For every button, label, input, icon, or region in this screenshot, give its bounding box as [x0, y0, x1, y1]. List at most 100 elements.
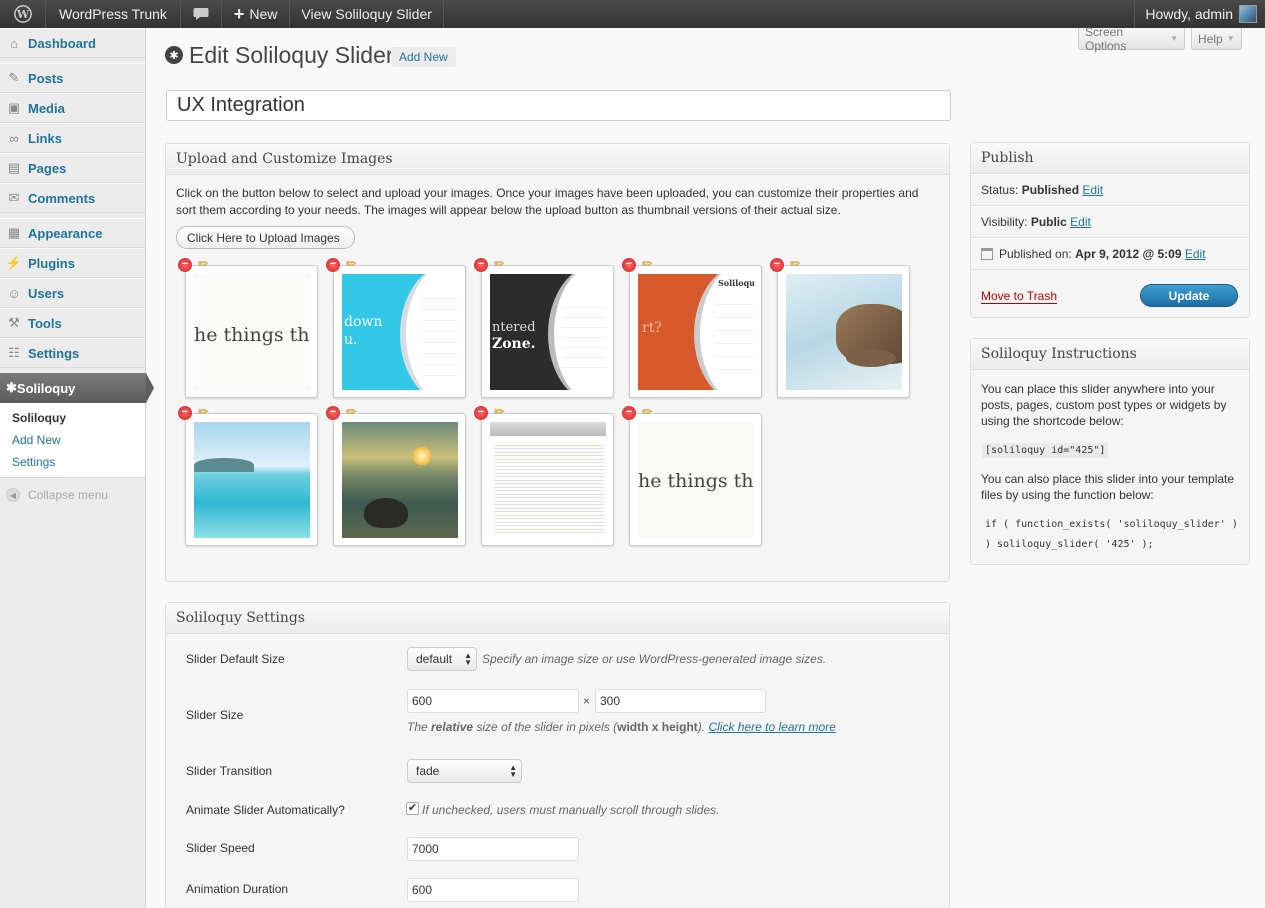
- status-value: Published: [1021, 183, 1080, 197]
- remove-image-icon[interactable]: −: [622, 258, 636, 272]
- pencil-icon[interactable]: ✏: [198, 405, 214, 419]
- edit-visibility-link[interactable]: Edit: [1070, 215, 1091, 229]
- remove-image-icon[interactable]: −: [178, 406, 192, 420]
- sidebar-item-label: Pages: [28, 160, 67, 176]
- sidebar-item-pages[interactable]: ▤ Pages: [0, 153, 145, 183]
- slider-height-value: 300: [600, 694, 621, 708]
- sidebar-item-soliloquy[interactable]: ✱ Soliloquy: [0, 373, 154, 403]
- visibility-value: Public: [1030, 215, 1067, 229]
- post-title-input[interactable]: UX Integration: [166, 90, 951, 121]
- thumbnail[interactable]: [333, 413, 466, 546]
- upload-images-button[interactable]: Click Here to Upload Images: [176, 226, 355, 249]
- sidebar-item-links[interactable]: ∞ Links: [0, 123, 145, 153]
- move-to-trash-link[interactable]: Move to Trash: [981, 289, 1058, 304]
- remove-image-icon[interactable]: −: [326, 258, 340, 272]
- remove-image-icon[interactable]: −: [178, 258, 192, 272]
- duration-input[interactable]: 600: [407, 878, 579, 902]
- sidebar-item-users[interactable]: ☺ Users: [0, 278, 145, 308]
- default-size-select[interactable]: default ▲ ▼: [407, 647, 477, 671]
- sidebar-item-comments[interactable]: ✉ Comments: [0, 183, 145, 213]
- thumbnail[interactable]: he things that m: [629, 413, 762, 546]
- links-icon: ∞: [9, 130, 19, 146]
- submenu-item[interactable]: Add New: [12, 429, 145, 451]
- remove-image-icon[interactable]: −: [474, 258, 488, 272]
- sidebar-item-label: Soliloquy: [16, 380, 76, 396]
- thumbnail-image: down u.: [342, 274, 458, 390]
- pencil-icon[interactable]: ✏: [198, 257, 214, 271]
- slider-height-input[interactable]: 300: [595, 689, 766, 713]
- help-button[interactable]: Help ▼: [1191, 28, 1242, 50]
- sidebar-item-appearance[interactable]: ▦ Appearance: [0, 218, 145, 248]
- pencil-icon[interactable]: ✏: [346, 405, 362, 419]
- pencil-icon[interactable]: ✏: [494, 257, 510, 271]
- published-row: Published on: Apr 9, 2012 @ 5:09 Edit: [971, 238, 1249, 270]
- submenu-item[interactable]: Soliloquy: [12, 407, 145, 429]
- view-slider-link[interactable]: View Soliloquy Slider: [290, 0, 444, 28]
- comments-bubble-icon[interactable]: [181, 0, 222, 28]
- wordpress-logo-icon[interactable]: W: [0, 0, 46, 28]
- thumbnail-text: ntered: [492, 320, 536, 335]
- sidebar-item-media[interactable]: ▣ Media: [0, 93, 145, 123]
- instructions-box: Soliloquy Instructions You can place thi…: [970, 338, 1250, 565]
- thumbnail-text: he things that m: [194, 324, 310, 346]
- remove-image-icon[interactable]: −: [770, 258, 784, 272]
- pencil-icon[interactable]: ✏: [494, 405, 510, 419]
- sidebar-item-settings[interactable]: ☷ Settings: [0, 338, 145, 368]
- pencil-icon[interactable]: ✏: [790, 257, 806, 271]
- add-new-button[interactable]: Add New: [391, 47, 456, 67]
- animate-checkbox[interactable]: ✔: [406, 802, 419, 815]
- select-arrows-icon: ▲ ▼: [464, 651, 472, 667]
- thumbnail[interactable]: [777, 265, 910, 398]
- thumbnail-text: Soliloquy Lig: [718, 278, 754, 288]
- thumbnail[interactable]: down u.: [333, 265, 466, 398]
- screen-options-label: Screen Options: [1085, 24, 1127, 53]
- hint-text: The: [407, 720, 432, 734]
- thumbnail[interactable]: [185, 413, 318, 546]
- update-button[interactable]: Update: [1140, 284, 1238, 307]
- thumbnail[interactable]: ntered Zone.: [481, 265, 614, 398]
- slider-size-label: Slider Size: [186, 708, 244, 722]
- site-name-link[interactable]: WordPress Trunk: [46, 0, 181, 28]
- thumbnail[interactable]: rt? Soliloquy Lig: [629, 265, 762, 398]
- admin-bar: W WordPress Trunk + New View Soliloquy S…: [0, 0, 1265, 28]
- settings-icon: ☷: [8, 345, 20, 360]
- new-content-button[interactable]: + New: [222, 0, 291, 28]
- status-label: Status:: [981, 183, 1019, 197]
- pencil-icon[interactable]: ✏: [642, 405, 658, 419]
- pencil-icon[interactable]: ✏: [642, 257, 658, 271]
- remove-image-icon[interactable]: −: [326, 406, 340, 420]
- slider-width-input[interactable]: 600: [407, 689, 579, 713]
- sidebar-item-plugins[interactable]: ⚡ Plugins: [0, 248, 145, 278]
- submenu-item[interactable]: Settings: [12, 451, 145, 473]
- upload-description: Click on the button below to select and …: [176, 186, 919, 217]
- sidebar-item-tools[interactable]: ⚒ Tools: [0, 308, 145, 338]
- transition-label: Slider Transition: [186, 764, 273, 778]
- remove-image-icon[interactable]: −: [622, 406, 636, 420]
- speed-input[interactable]: 7000: [407, 837, 579, 861]
- edit-status-link[interactable]: Edit: [1082, 183, 1103, 197]
- learn-more-link[interactable]: Click here to learn more: [708, 720, 835, 734]
- collapse-menu-button[interactable]: ◀ Collapse menu: [0, 478, 145, 512]
- sidebar-item-posts[interactable]: ✎ Posts: [0, 63, 145, 93]
- shortcode: [soliloquy id="425"]: [982, 443, 1109, 458]
- sidebar-item-dashboard[interactable]: ⌂ Dashboard: [0, 28, 145, 58]
- transition-select[interactable]: fade ▲ ▼: [407, 759, 522, 783]
- thumbnail[interactable]: he things that m: [185, 265, 318, 398]
- hint-text: ).: [697, 720, 709, 734]
- users-icon: ☺: [7, 285, 21, 301]
- remove-image-icon[interactable]: −: [474, 406, 488, 420]
- appearance-icon: ▦: [7, 225, 21, 240]
- hint-bold: relative: [431, 720, 474, 734]
- thumbnail-image: he things that m: [638, 422, 754, 538]
- instructions-text: You can also place this slider into your…: [981, 472, 1235, 502]
- duration-label: Animation Duration: [186, 882, 289, 896]
- screen-options-button[interactable]: Screen Options ▼: [1078, 24, 1185, 53]
- thumbnail[interactable]: [481, 413, 614, 546]
- thumbnail-image: [490, 422, 606, 538]
- pencil-icon[interactable]: ✏: [346, 257, 362, 271]
- comments-icon: ✉: [8, 190, 20, 205]
- pages-icon: ▤: [7, 160, 21, 175]
- edit-date-link[interactable]: Edit: [1185, 247, 1206, 261]
- sidebar-item-label: Comments: [28, 190, 96, 206]
- thumbnail-image: he things that m: [194, 274, 310, 390]
